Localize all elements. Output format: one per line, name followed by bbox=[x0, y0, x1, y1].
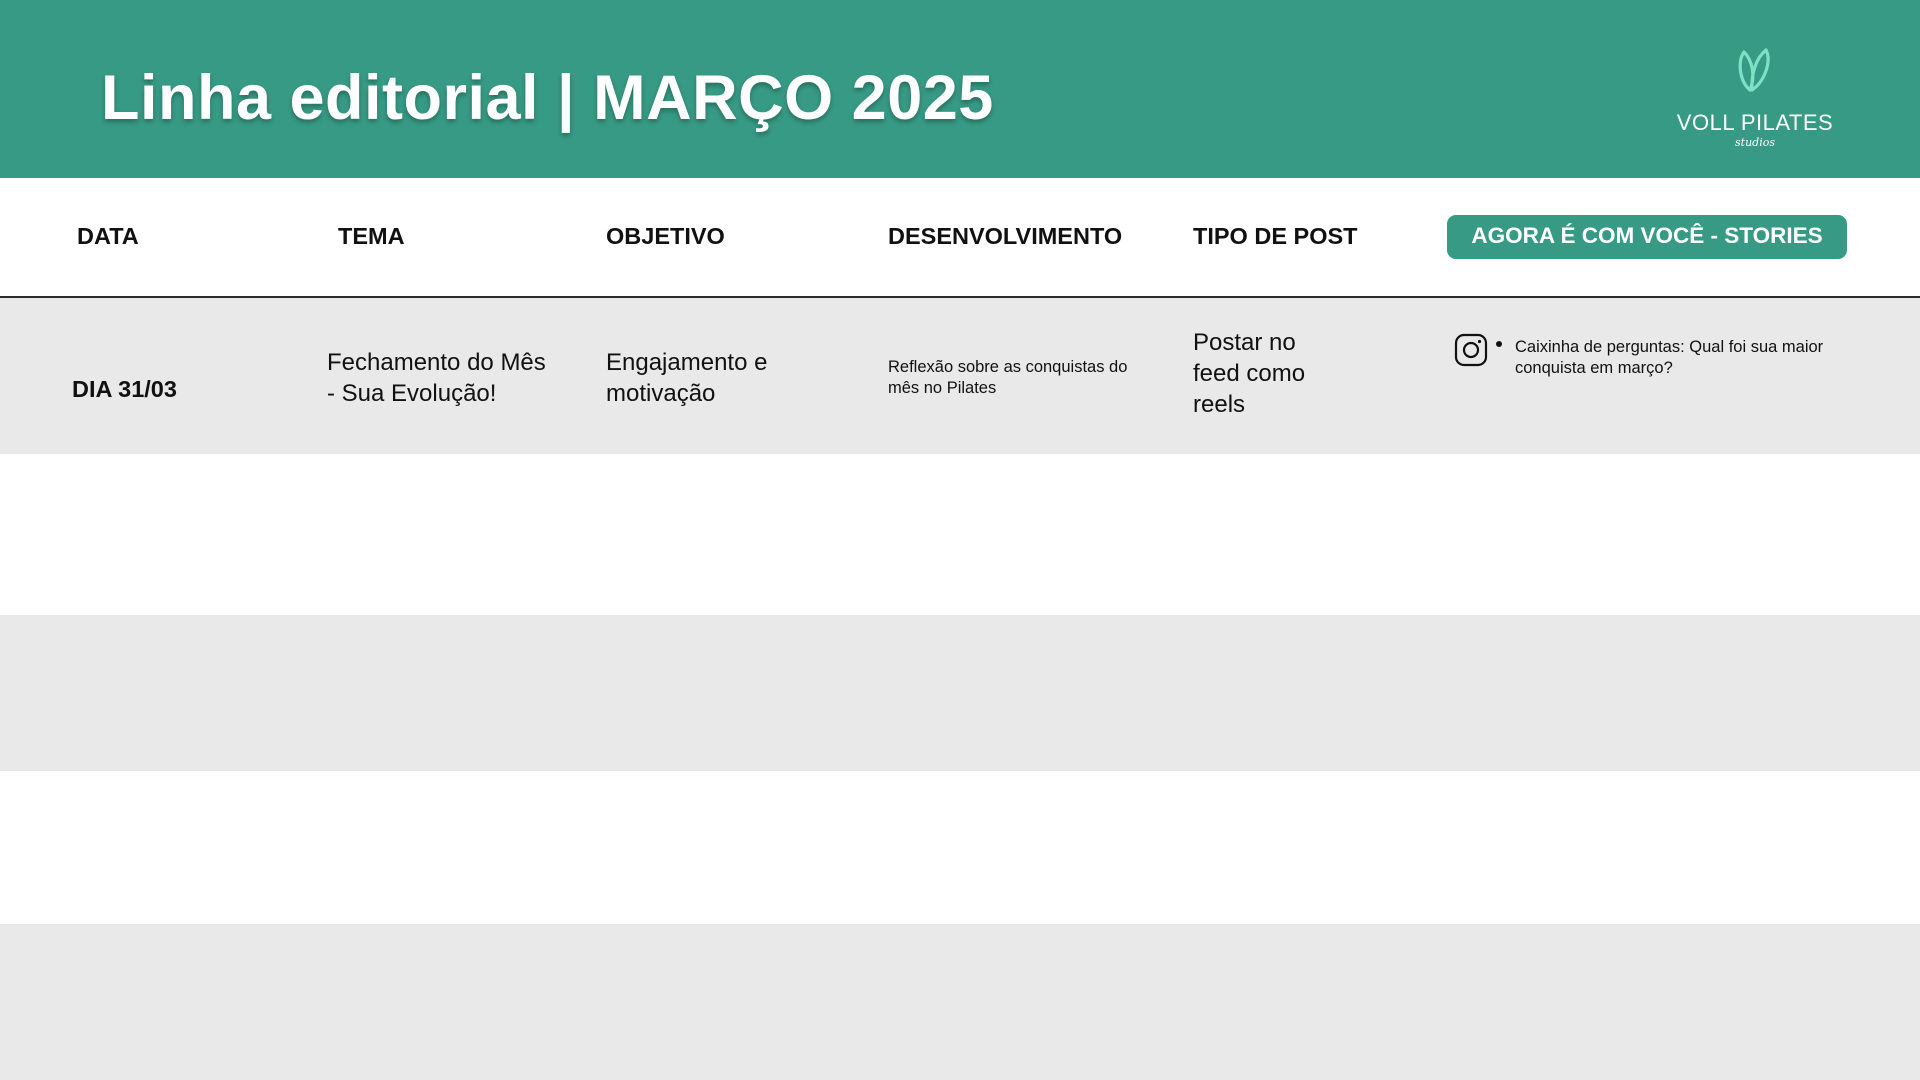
page-title: Linha editorial | MARÇO 2025 bbox=[101, 63, 994, 133]
column-header-stories: AGORA É COM VOCÊ - STORIES bbox=[1447, 215, 1847, 259]
empty-row bbox=[0, 454, 1920, 615]
instagram-icon bbox=[1454, 333, 1488, 367]
leaf-v-icon bbox=[1738, 48, 1770, 92]
column-header-tipo-de-post: TIPO DE POST bbox=[1193, 223, 1358, 249]
row-desenvolvimento-line: mês no Pilates bbox=[888, 379, 997, 397]
row-tipo-line: Postar no bbox=[1193, 329, 1296, 356]
row-stories-text: Caixinha de perguntas: Qual foi sua maio… bbox=[1515, 337, 1823, 379]
logo-brand-name: VOLL PILATES bbox=[1676, 110, 1834, 135]
row-tema: Fechamento do Mês - Sua Evolução! bbox=[327, 347, 546, 409]
row-tema-line: Fechamento do Mês bbox=[327, 349, 546, 376]
row-tipo-line: feed como bbox=[1193, 360, 1306, 387]
row-objetivo: Engajamento e motivação bbox=[606, 347, 767, 409]
row-objetivo-line: motivação bbox=[606, 380, 716, 407]
row-stories-line: conquista em março? bbox=[1515, 359, 1673, 377]
brand-logo: VOLL PILATES studios bbox=[1670, 46, 1840, 156]
column-header-desenvolvimento: DESENVOLVIMENTO bbox=[888, 223, 1123, 249]
row-tema-line: - Sua Evolução! bbox=[327, 380, 497, 407]
column-header-data: DATA bbox=[77, 223, 139, 249]
row-objetivo-line: Engajamento e bbox=[606, 349, 768, 376]
empty-row bbox=[0, 771, 1920, 924]
logo-subtitle: studios bbox=[1735, 136, 1775, 149]
row-stories-line: Caixinha de perguntas: Qual foi sua maio… bbox=[1515, 338, 1824, 356]
row-date: DIA 31/03 bbox=[72, 376, 177, 402]
bullet-dot bbox=[1496, 341, 1502, 347]
empty-row bbox=[0, 924, 1920, 1080]
row-tipo-de-post: Postar no feed como reels bbox=[1193, 327, 1305, 420]
row-tipo-line: reels bbox=[1193, 391, 1246, 418]
column-header-tema: TEMA bbox=[338, 223, 405, 249]
row-desenvolvimento-line: Reflexão sobre as conquistas do bbox=[888, 358, 1128, 376]
header-banner: Linha editorial | MARÇO 2025 VOLL PILATE… bbox=[0, 0, 1920, 178]
row-desenvolvimento: Reflexão sobre as conquistas do mês no P… bbox=[888, 357, 1127, 399]
empty-row bbox=[0, 615, 1920, 771]
column-header-objetivo: OBJETIVO bbox=[606, 223, 725, 249]
